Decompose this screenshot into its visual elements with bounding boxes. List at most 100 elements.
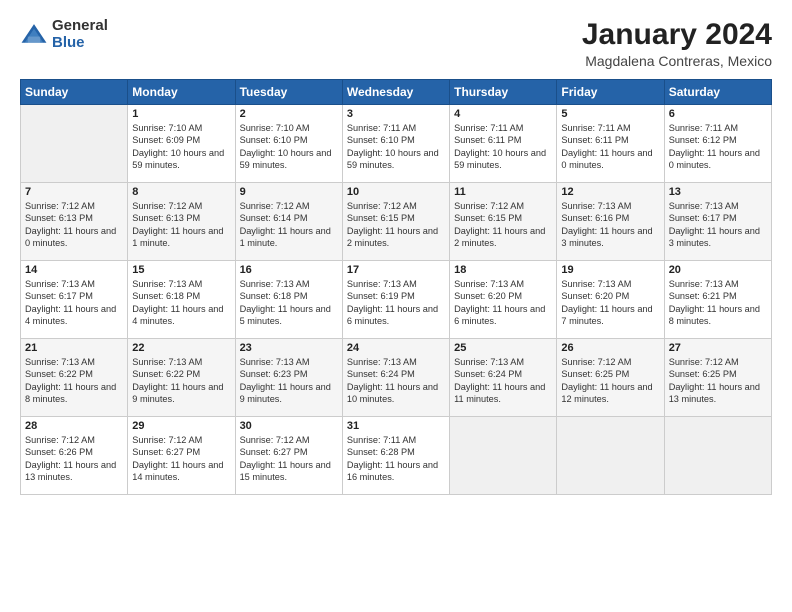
day-cell: 19Sunrise: 7:13 AMSunset: 6:20 PMDayligh… — [557, 261, 664, 339]
day-cell: 6 Sunrise: 7:11 AMSunset: 6:12 PMDaylight… — [664, 105, 771, 183]
day-cell: 20Sunrise: 7:13 AMSunset: 6:21 PMDayligh… — [664, 261, 771, 339]
day-info: Sunrise: 7:12 AMSunset: 6:27 PMDaylight:… — [132, 434, 230, 484]
week-row-4: 21 Sunrise: 7:13 AMSunset: 6:22 PMDayligh… — [21, 339, 772, 417]
day-info: Sunrise: 7:12 AMSunset: 6:15 PMDaylight:… — [347, 200, 445, 250]
col-friday: Friday — [557, 80, 664, 105]
day-number: 31 — [347, 420, 445, 432]
day-cell: 30 Sunrise: 7:12 AMSunset: 6:27 PMDayligh… — [235, 417, 342, 495]
col-thursday: Thursday — [450, 80, 557, 105]
day-info: Sunrise: 7:13 AMSunset: 6:18 PMDaylight:… — [240, 278, 338, 328]
day-info: Sunrise: 7:11 AMSunset: 6:10 PMDaylight:… — [347, 122, 445, 172]
calendar-title: January 2024 — [582, 18, 772, 51]
day-number: 27 — [669, 342, 767, 354]
day-number: 23 — [240, 342, 338, 354]
day-info: Sunrise: 7:13 AMSunset: 6:17 PMDaylight:… — [25, 278, 123, 328]
day-number: 18 — [454, 264, 552, 276]
day-cell: 23Sunrise: 7:13 AMSunset: 6:23 PMDayligh… — [235, 339, 342, 417]
day-cell: 9 Sunrise: 7:12 AMSunset: 6:14 PMDaylight… — [235, 183, 342, 261]
day-number: 2 — [240, 108, 338, 120]
day-number: 25 — [454, 342, 552, 354]
day-cell: 1 Sunrise: 7:10 AMSunset: 6:09 PMDaylight… — [128, 105, 235, 183]
week-row-3: 14 Sunrise: 7:13 AMSunset: 6:17 PMDayligh… — [21, 261, 772, 339]
day-number: 30 — [240, 420, 338, 432]
day-number: 9 — [240, 186, 338, 198]
day-number: 13 — [669, 186, 767, 198]
day-number: 6 — [669, 108, 767, 120]
day-info: Sunrise: 7:10 AMSunset: 6:10 PMDaylight:… — [240, 122, 338, 172]
day-cell: 11Sunrise: 7:12 AMSunset: 6:15 PMDayligh… — [450, 183, 557, 261]
day-cell: 12Sunrise: 7:13 AMSunset: 6:16 PMDayligh… — [557, 183, 664, 261]
page: General Blue January 2024 Magdalena Cont… — [0, 0, 792, 505]
day-info: Sunrise: 7:11 AMSunset: 6:12 PMDaylight:… — [669, 122, 767, 172]
day-number: 29 — [132, 420, 230, 432]
logo-blue: Blue — [52, 35, 108, 52]
header-row: Sunday Monday Tuesday Wednesday Thursday… — [21, 80, 772, 105]
day-info: Sunrise: 7:13 AMSunset: 6:24 PMDaylight:… — [454, 356, 552, 406]
day-number: 14 — [25, 264, 123, 276]
day-cell — [557, 417, 664, 495]
day-info: Sunrise: 7:10 AMSunset: 6:09 PMDaylight:… — [132, 122, 230, 172]
day-number: 3 — [347, 108, 445, 120]
day-info: Sunrise: 7:11 AMSunset: 6:11 PMDaylight:… — [561, 122, 659, 172]
day-cell: 16 Sunrise: 7:13 AMSunset: 6:18 PMDayligh… — [235, 261, 342, 339]
day-info: Sunrise: 7:12 AMSunset: 6:14 PMDaylight:… — [240, 200, 338, 250]
title-block: January 2024 Magdalena Contreras, Mexico — [582, 18, 772, 69]
day-number: 17 — [347, 264, 445, 276]
day-cell: 18 Sunrise: 7:13 AMSunset: 6:20 PMDayligh… — [450, 261, 557, 339]
logo-text: General Blue — [52, 18, 108, 51]
day-number: 4 — [454, 108, 552, 120]
day-info: Sunrise: 7:13 AMSunset: 6:24 PMDaylight:… — [347, 356, 445, 406]
day-info: Sunrise: 7:13 AMSunset: 6:22 PMDaylight:… — [25, 356, 123, 406]
calendar-body: 1 Sunrise: 7:10 AMSunset: 6:09 PMDaylight… — [21, 105, 772, 495]
day-cell: 3 Sunrise: 7:11 AMSunset: 6:10 PMDaylight… — [342, 105, 449, 183]
day-info: Sunrise: 7:12 AMSunset: 6:13 PMDaylight:… — [132, 200, 230, 250]
day-cell: 22 Sunrise: 7:13 AMSunset: 6:22 PMDayligh… — [128, 339, 235, 417]
day-cell: 21 Sunrise: 7:13 AMSunset: 6:22 PMDayligh… — [21, 339, 128, 417]
day-info: Sunrise: 7:13 AMSunset: 6:20 PMDaylight:… — [454, 278, 552, 328]
day-cell — [664, 417, 771, 495]
week-row-1: 1 Sunrise: 7:10 AMSunset: 6:09 PMDaylight… — [21, 105, 772, 183]
day-cell: 25 Sunrise: 7:13 AMSunset: 6:24 PMDayligh… — [450, 339, 557, 417]
logo-icon — [20, 21, 48, 49]
day-info: Sunrise: 7:12 AMSunset: 6:25 PMDaylight:… — [669, 356, 767, 406]
logo-general: General — [52, 18, 108, 35]
day-info: Sunrise: 7:13 AMSunset: 6:21 PMDaylight:… — [669, 278, 767, 328]
day-info: Sunrise: 7:13 AMSunset: 6:22 PMDaylight:… — [132, 356, 230, 406]
day-number: 15 — [132, 264, 230, 276]
day-number: 28 — [25, 420, 123, 432]
day-cell: 15Sunrise: 7:13 AMSunset: 6:18 PMDayligh… — [128, 261, 235, 339]
day-cell — [21, 105, 128, 183]
day-cell: 14 Sunrise: 7:13 AMSunset: 6:17 PMDayligh… — [21, 261, 128, 339]
day-cell — [450, 417, 557, 495]
day-cell: 24 Sunrise: 7:13 AMSunset: 6:24 PMDayligh… — [342, 339, 449, 417]
day-cell: 13 Sunrise: 7:13 AMSunset: 6:17 PMDayligh… — [664, 183, 771, 261]
day-cell: 28Sunrise: 7:12 AMSunset: 6:26 PMDayligh… — [21, 417, 128, 495]
day-number: 26 — [561, 342, 659, 354]
day-cell: 17Sunrise: 7:13 AMSunset: 6:19 PMDayligh… — [342, 261, 449, 339]
day-number: 7 — [25, 186, 123, 198]
day-number: 16 — [240, 264, 338, 276]
col-wednesday: Wednesday — [342, 80, 449, 105]
day-info: Sunrise: 7:13 AMSunset: 6:16 PMDaylight:… — [561, 200, 659, 250]
day-number: 1 — [132, 108, 230, 120]
day-number: 24 — [347, 342, 445, 354]
day-info: Sunrise: 7:12 AMSunset: 6:27 PMDaylight:… — [240, 434, 338, 484]
day-cell: 31Sunrise: 7:11 AMSunset: 6:28 PMDayligh… — [342, 417, 449, 495]
header: General Blue January 2024 Magdalena Cont… — [20, 18, 772, 69]
day-info: Sunrise: 7:13 AMSunset: 6:17 PMDaylight:… — [669, 200, 767, 250]
col-saturday: Saturday — [664, 80, 771, 105]
logo: General Blue — [20, 18, 108, 51]
calendar-header: Sunday Monday Tuesday Wednesday Thursday… — [21, 80, 772, 105]
day-number: 22 — [132, 342, 230, 354]
day-cell: 2 Sunrise: 7:10 AMSunset: 6:10 PMDaylight… — [235, 105, 342, 183]
day-number: 21 — [25, 342, 123, 354]
day-cell: 27 Sunrise: 7:12 AMSunset: 6:25 PMDayligh… — [664, 339, 771, 417]
day-cell: 5 Sunrise: 7:11 AMSunset: 6:11 PMDaylight… — [557, 105, 664, 183]
week-row-2: 7 Sunrise: 7:12 AMSunset: 6:13 PMDaylight… — [21, 183, 772, 261]
day-number: 5 — [561, 108, 659, 120]
day-info: Sunrise: 7:11 AMSunset: 6:11 PMDaylight:… — [454, 122, 552, 172]
day-number: 8 — [132, 186, 230, 198]
col-monday: Monday — [128, 80, 235, 105]
day-cell: 29 Sunrise: 7:12 AMSunset: 6:27 PMDayligh… — [128, 417, 235, 495]
day-cell: 10Sunrise: 7:12 AMSunset: 6:15 PMDayligh… — [342, 183, 449, 261]
